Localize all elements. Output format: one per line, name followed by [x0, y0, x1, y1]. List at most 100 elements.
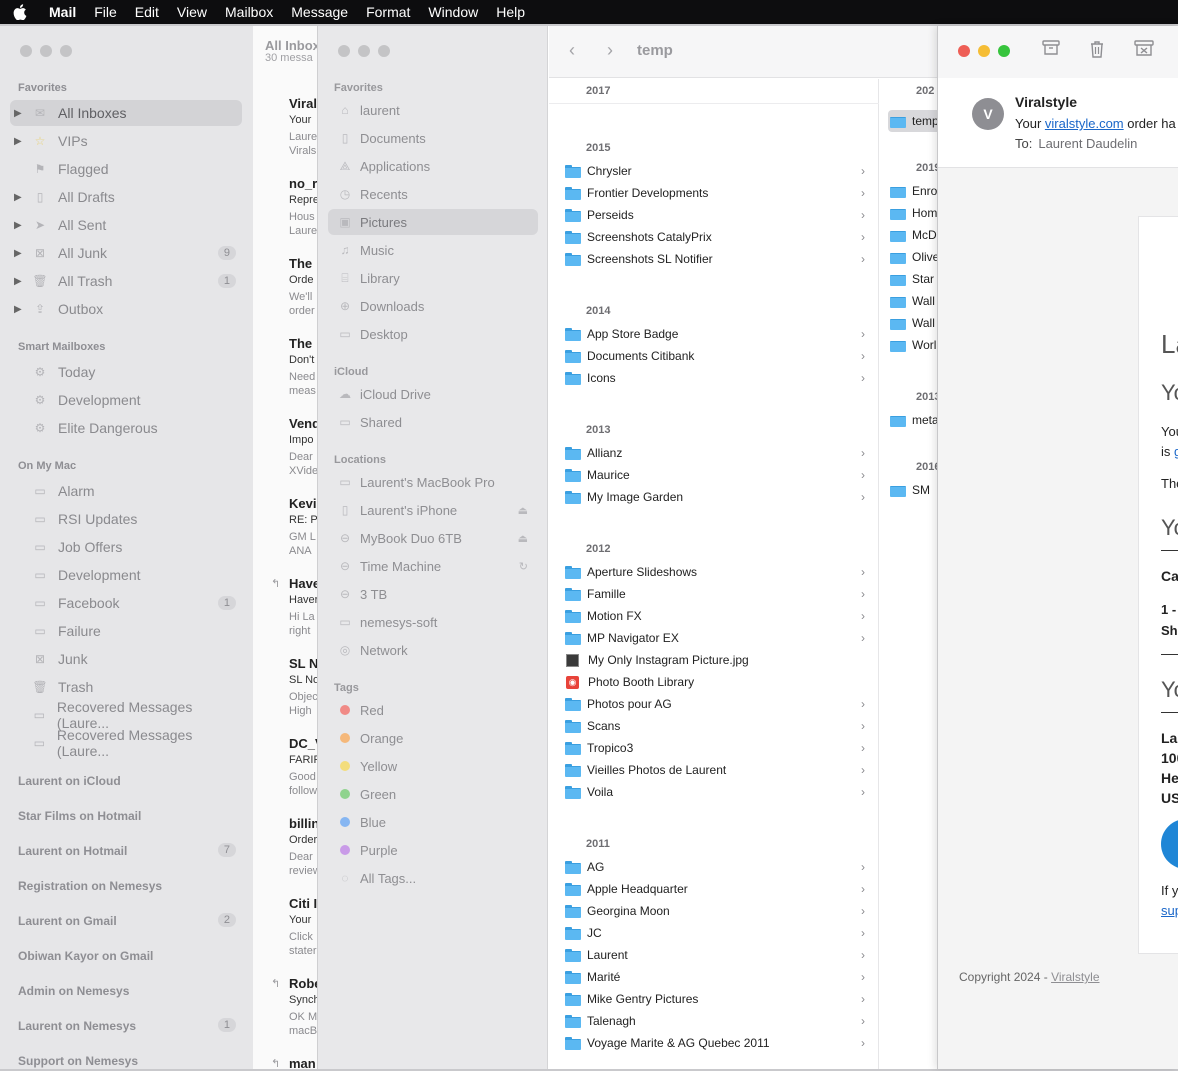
mailbox-trash[interactable]: 🗑 Trash	[10, 674, 242, 700]
folder-row[interactable]: Aperture Slideshows ›	[565, 561, 865, 583]
folder-row[interactable]: Motion FX ›	[565, 605, 865, 627]
account-icloud[interactable]: Laurent on iCloud	[18, 774, 242, 788]
smart-mailbox-elite-dangerous[interactable]: ⚙ Elite Dangerous	[10, 415, 242, 441]
folder-row[interactable]: Perseids ›	[565, 204, 865, 226]
folder-row[interactable]: Scans ›	[565, 715, 865, 737]
body-link[interactable]: g	[1174, 444, 1178, 459]
folder-row[interactable]: Allianz ›	[565, 442, 865, 464]
eject-icon[interactable]: ⏏	[518, 532, 528, 545]
disclosure-icon[interactable]: ▶	[14, 220, 26, 231]
tag-yellow[interactable]: Yellow	[328, 753, 538, 779]
minimize-button[interactable]	[40, 45, 52, 57]
folder-row[interactable]: Chrysler ›	[565, 160, 865, 182]
finder-window-controls[interactable]	[338, 45, 390, 57]
account-star-films-hotmail[interactable]: Star Films on Hotmail	[18, 809, 242, 823]
mailbox-recovered-2[interactable]: ▭ Recovered Messages (Laure...	[10, 727, 242, 759]
menu-format[interactable]: Format	[357, 0, 419, 24]
folder-row[interactable]: Vieilles Photos de Laurent ›	[565, 759, 865, 781]
eject-icon[interactable]: ⏏	[518, 504, 528, 517]
folder-row[interactable]: Tropico3 ›	[565, 737, 865, 759]
folder-row[interactable]: Voyage Marite & AG Quebec 2011 ›	[565, 1032, 865, 1054]
finder-item-iphone[interactable]: ▯ Laurent's iPhone ⏏	[328, 497, 538, 523]
viewer-window-controls[interactable]	[958, 45, 1010, 57]
finder-item-shared[interactable]: ▭ Shared	[328, 409, 538, 435]
apple-menu-icon[interactable]	[0, 0, 40, 24]
close-button[interactable]	[20, 45, 32, 57]
finder-item-time-machine[interactable]: ⊖ Time Machine ↻	[328, 553, 538, 579]
close-button[interactable]	[958, 45, 970, 57]
account-registration-nemesys[interactable]: Registration on Nemesys	[18, 879, 242, 893]
mailbox-all-trash[interactable]: ▶ 🗑 All Trash 1	[10, 268, 242, 294]
minimize-button[interactable]	[358, 45, 370, 57]
tag-blue[interactable]: Blue	[328, 809, 538, 835]
zoom-button[interactable]	[60, 45, 72, 57]
folder-row[interactable]: Apple Headquarter ›	[565, 878, 865, 900]
folder-row[interactable]: Talenagh ›	[565, 1010, 865, 1032]
mailbox-facebook[interactable]: ▭ Facebook 1	[10, 590, 242, 616]
mailbox-alarm[interactable]: ▭ Alarm	[10, 478, 242, 504]
folder-row[interactable]: Icons ›	[565, 367, 865, 389]
minimize-button[interactable]	[978, 45, 990, 57]
close-button[interactable]	[338, 45, 350, 57]
viralstyle-link[interactable]: Viralstyle	[1051, 970, 1099, 984]
folder-row[interactable]: Maurice ›	[565, 464, 865, 486]
menu-file[interactable]: File	[85, 0, 126, 24]
account-support-nemesys[interactable]: Support on Nemesys	[18, 1054, 242, 1068]
smart-mailbox-development[interactable]: ⚙ Development	[10, 387, 242, 413]
menu-help[interactable]: Help	[487, 0, 534, 24]
folder-row[interactable]: Screenshots SL Notifier ›	[565, 248, 865, 270]
subject-link[interactable]: viralstyle.com	[1045, 116, 1124, 131]
mailbox-vips[interactable]: ▶ ☆ VIPs	[10, 128, 242, 154]
menu-mail[interactable]: Mail	[40, 0, 85, 24]
menu-edit[interactable]: Edit	[126, 0, 168, 24]
disclosure-icon[interactable]: ▶	[14, 192, 26, 203]
folder-row[interactable]: Screenshots CatalyPrix ›	[565, 226, 865, 248]
finder-item-pictures[interactable]: ▣ Pictures	[328, 209, 538, 235]
menu-mailbox[interactable]: Mailbox	[216, 0, 282, 24]
disclosure-icon[interactable]: ▶	[14, 304, 26, 315]
finder-item-music[interactable]: ♫ Music	[328, 237, 538, 263]
folder-row[interactable]: My Image Garden ›	[565, 486, 865, 508]
finder-item-nemesys-soft[interactable]: ▭ nemesys-soft	[328, 609, 538, 635]
mailbox-all-junk[interactable]: ▶ ⊠ All Junk 9	[10, 240, 242, 266]
mailbox-rsi-updates[interactable]: ▭ RSI Updates	[10, 506, 242, 532]
finder-item-desktop[interactable]: ▭ Desktop	[328, 321, 538, 347]
folder-row[interactable]: Georgina Moon ›	[565, 900, 865, 922]
menu-message[interactable]: Message	[282, 0, 357, 24]
mailbox-flagged[interactable]: ⚑ Flagged	[10, 156, 242, 182]
folder-row[interactable]: Marité ›	[565, 966, 865, 988]
tag-purple[interactable]: Purple	[328, 837, 538, 863]
folder-row[interactable]: Frontier Developments ›	[565, 182, 865, 204]
folder-row[interactable]: App Store Badge ›	[565, 323, 865, 345]
mailbox-outbox[interactable]: ▶ ⇪ Outbox	[10, 296, 242, 322]
finder-item-laurent[interactable]: ⌂ laurent	[328, 97, 538, 123]
archive-icon[interactable]	[1042, 40, 1060, 61]
menu-view[interactable]: View	[168, 0, 216, 24]
mailbox-all-inboxes[interactable]: ▶ ✉ All Inboxes	[10, 100, 242, 126]
mailbox-development[interactable]: ▭ Development	[10, 562, 242, 588]
junk-icon[interactable]	[1134, 40, 1154, 61]
mailbox-job-offers[interactable]: ▭ Job Offers	[10, 534, 242, 560]
finder-item-mybook[interactable]: ⊖ MyBook Duo 6TB ⏏	[328, 525, 538, 551]
forward-button[interactable]: ›	[607, 40, 613, 61]
smart-mailbox-today[interactable]: ⚙ Today	[10, 359, 242, 385]
account-laurent-nemesys[interactable]: Laurent on Nemesys 1	[18, 1018, 242, 1033]
folder-row[interactable]: MP Navigator EX ›	[565, 627, 865, 649]
account-admin-nemesys[interactable]: Admin on Nemesys	[18, 984, 242, 998]
finder-item-applications[interactable]: ⟁ Applications	[328, 153, 538, 179]
disclosure-icon[interactable]: ▶	[14, 108, 26, 119]
action-button[interactable]	[1161, 819, 1178, 869]
tag-all-tags[interactable]: ◌ All Tags...	[328, 865, 538, 891]
finder-item-downloads[interactable]: ⊕ Downloads	[328, 293, 538, 319]
account-laurent-hotmail[interactable]: Laurent on Hotmail 7	[18, 843, 242, 858]
disclosure-icon[interactable]: ▶	[14, 136, 26, 147]
account-laurent-gmail[interactable]: Laurent on Gmail 2	[18, 913, 242, 928]
tag-red[interactable]: Red	[328, 697, 538, 723]
recipient-name[interactable]: Laurent Daudelin	[1038, 136, 1137, 151]
mailbox-failure[interactable]: ▭ Failure	[10, 618, 242, 644]
folder-row[interactable]: Voila ›	[565, 781, 865, 803]
finder-item-macbook[interactable]: ▭ Laurent's MacBook Pro	[328, 469, 538, 495]
folder-row[interactable]: Photos pour AG ›	[565, 693, 865, 715]
finder-item-library[interactable]: ⌸ Library	[328, 265, 538, 291]
finder-item-3tb[interactable]: ⊖ 3 TB	[328, 581, 538, 607]
